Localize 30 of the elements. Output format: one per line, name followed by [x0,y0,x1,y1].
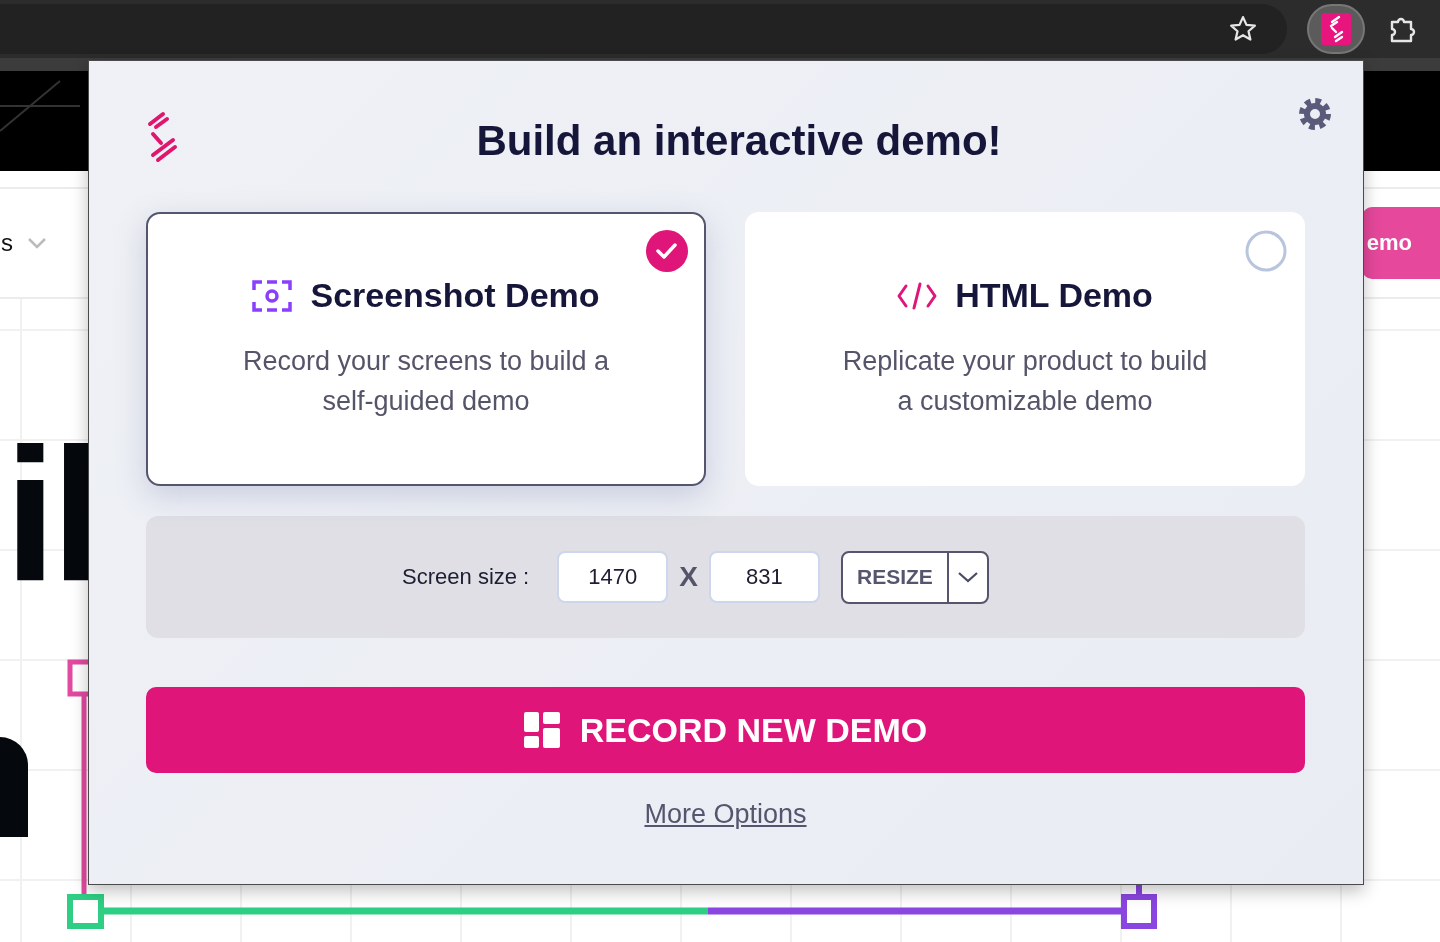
option-description: Record your screens to build a [242,345,610,378]
option-title: HTML Demo [955,276,1153,315]
option-title: Screenshot Demo [310,276,600,315]
resize-button[interactable]: RESIZE [840,550,948,604]
chevron-down-icon [956,571,979,583]
demo-option-card[interactable]: HTML Demo Replicate your product to build a customizable demo [745,212,1305,486]
popup-title: Build an interactive demo! [476,117,1002,165]
radio-circle-icon[interactable] [1245,230,1287,272]
demo-button[interactable]: emo [1362,207,1440,279]
nav-label[interactable]: s [1,229,13,257]
settings-icon[interactable] [1298,97,1332,131]
code-icon [897,281,938,310]
dashboard-icon [523,712,560,748]
record-button[interactable]: RECORD NEW DEMO [146,687,1305,773]
logo-icon [1321,13,1351,45]
option-description: a customizable demo [897,385,1153,418]
screenshot-frame-icon [252,279,293,312]
demo-option-card[interactable]: Screenshot Demo Record your screens to build a self-guided demo [146,212,706,486]
more-options-link[interactable]: More Options [644,799,807,830]
dropdown-button[interactable] [947,550,989,604]
option-description: self-guided demo [322,385,530,418]
height-field[interactable]: 831 [708,551,820,603]
logo-icon [146,111,180,163]
times-separator: X [679,561,698,593]
screen-size-label: Screen size : [402,564,530,590]
option-description: Replicate your product to build [842,345,1208,378]
width-field[interactable]: 1470 [557,551,669,603]
star-icon[interactable] [1228,14,1258,44]
heading-fragment: il [4,439,98,589]
extension-button[interactable] [1307,4,1365,54]
